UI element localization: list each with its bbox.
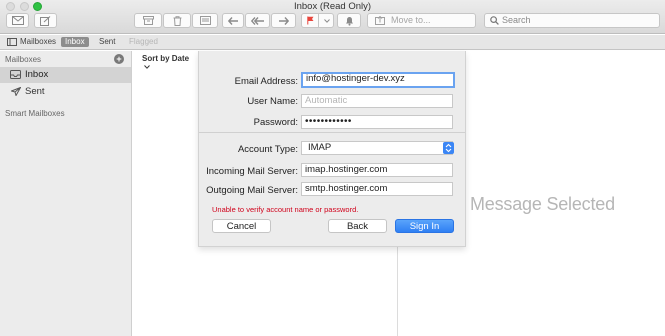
forward-icon [279,16,289,25]
password-label: Password: [253,117,298,128]
chevron-down-icon [144,65,150,69]
notifications-button[interactable] [337,13,361,28]
reply-button[interactable] [222,13,244,28]
sidebar-item-label: Sent [25,86,45,97]
sidebar-item-sent[interactable]: Sent [0,84,131,100]
reply-all-button[interactable] [245,13,270,28]
email-field[interactable]: info@hostinger-dev.xyz [301,72,455,88]
forward-button[interactable] [271,13,296,28]
username-label: User Name: [247,96,298,107]
delete-icon [173,15,181,26]
outgoing-server-label: Outgoing Mail Server: [206,185,298,196]
reply-all-icon [250,16,264,25]
delete-button[interactable] [163,13,191,28]
junk-icon [199,16,211,25]
outgoing-server-field[interactable]: smtp.hostinger.com [301,182,453,196]
get-mail-icon [11,16,24,25]
junk-button[interactable] [192,13,218,28]
archive-button[interactable] [134,13,162,28]
cancel-button[interactable]: Cancel [212,219,271,233]
back-button[interactable]: Back [328,219,387,233]
sidebar: Mailboxes + Inbox Sent Smart Mailboxes [0,51,132,336]
error-message: Unable to verify account name or passwor… [212,205,359,214]
move-to-icon [375,16,385,25]
compose-icon [40,15,51,26]
account-type-select[interactable]: IMAP [301,141,453,155]
sort-by-dropdown[interactable]: Sort by Date [142,54,198,72]
sidebar-item-inbox[interactable]: Inbox [0,67,131,83]
title-bar: Inbox (Read Only) Move to... Search [0,0,665,34]
favorites-flagged-button[interactable]: Flagged [129,37,158,46]
favorites-sent-button[interactable]: Sent [99,37,115,46]
email-label: Email Address: [234,76,298,87]
username-field[interactable]: Automatic [301,94,453,108]
incoming-server-field[interactable]: imap.hostinger.com [301,163,453,177]
window-title: Inbox (Read Only) [293,1,372,12]
chevron-down-icon[interactable] [324,18,330,23]
move-to-label: Move to... [391,15,431,25]
sign-in-button[interactable]: Sign In [395,219,454,233]
message-list: Sort by Date [132,51,198,336]
sort-by-label: Sort by Date [142,54,190,63]
incoming-server-label: Incoming Mail Server: [206,166,298,177]
add-mailbox-icon[interactable]: + [114,54,124,64]
pane-divider[interactable] [397,247,398,336]
empty-viewer-text: Message Selected [470,194,615,214]
sidebar-toggle-icon [7,37,17,46]
flag-icon [307,16,314,25]
search-placeholder: Search [502,15,531,25]
inbox-icon [10,70,21,79]
compose-button[interactable] [34,13,57,28]
favorites-mailboxes-label: Mailboxes [20,37,57,46]
search-icon [490,16,499,25]
account-setup-sheet: Email Address: info@hostinger-dev.xyz Us… [198,51,466,247]
favorites-mailboxes-button[interactable]: Mailboxes [7,37,56,46]
sheet-divider [199,132,465,133]
sidebar-item-label: Inbox [25,69,49,80]
password-field[interactable]: •••••••••••• [301,115,453,129]
get-mail-button[interactable] [6,13,29,28]
notification-bell-icon [345,16,353,26]
favorites-bar: Mailboxes Inbox Sent Flagged [0,35,665,50]
move-to-button[interactable]: Move to... [367,13,476,28]
search-input[interactable]: Search [484,13,660,28]
flag-divider [318,13,319,28]
sidebar-header: Mailboxes [5,55,42,64]
favorites-inbox-button[interactable]: Inbox [61,37,89,47]
account-type-label: Account Type: [237,144,298,155]
reply-icon [227,16,238,25]
select-stepper-icon[interactable] [443,142,454,154]
smart-mailboxes-header: Smart Mailboxes [5,109,65,118]
archive-icon [142,16,154,25]
sent-icon [11,87,21,96]
